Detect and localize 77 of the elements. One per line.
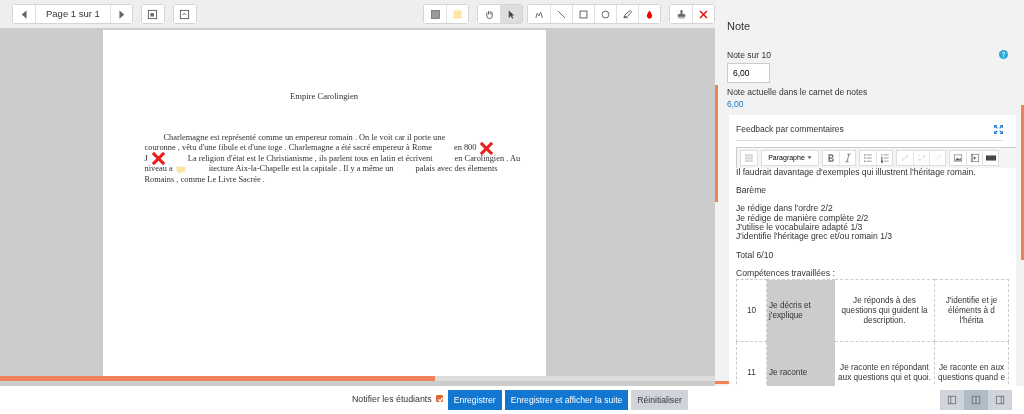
layout-button[interactable] [964,390,988,410]
rectangle-icon [578,8,589,20]
numbered-list-icon [879,152,890,163]
stamp-icon [675,8,687,20]
table-cell: 10 [736,279,767,342]
image-icon [953,152,963,163]
feedback-text: Je rédige dans l'ordre 2/2 [736,203,833,214]
feedback-text: Je rédige de manière complète 2/2 [736,212,869,223]
keyboard-button[interactable] [982,150,998,165]
layout-button[interactable] [988,390,1012,410]
save-button[interactable]: Enregistrer [447,390,502,410]
fullscreen-icon [994,124,1003,134]
caret-icon [806,155,812,161]
document-text: itecture Aix-la-Chapelle est la capitale . Il y a même un [208,164,394,174]
pointer-icon [506,8,517,20]
feedback-text: Total 6/10 [736,249,774,260]
help-icon [999,50,1008,60]
line-icon [556,8,567,20]
document-text: en 800 [453,143,477,153]
cross-mark-icon [479,140,495,156]
layout-icon [995,395,1005,405]
document-text: niveau a [144,164,173,174]
circle-icon [600,8,611,20]
panel-icon [147,8,159,20]
link-icon [932,152,943,163]
feedback-text: Compétences travaillées : [736,267,835,278]
bullet-list-icon [863,152,873,163]
tool-button[interactable] [638,5,660,23]
reset-button[interactable]: Réinitialiser [631,390,688,410]
field-label: Note actuelle dans le carnet de notes [727,85,869,99]
table-cell: Je décris et j'explique [766,279,835,342]
table-cell: Je réponds à des questions qui guident la description. [834,279,935,342]
feedback-text: J'identifie l'héritage grec et/ou romain 1/3 [736,231,893,242]
drop-icon [644,8,655,20]
media-button[interactable] [966,150,982,165]
grade-value: 6,00 [727,98,745,111]
bold-icon [826,152,836,163]
grade-field[interactable]: 6,00 [727,63,770,84]
close-icon [698,8,709,20]
save-button[interactable]: Enregistrer et afficher la suite [504,390,629,410]
document-title: Empire Carolingien [290,91,358,101]
highlighter-icon [622,8,633,20]
expand-button[interactable] [173,5,196,23]
layout-icon [971,395,981,405]
highlight-swatch-icon [452,8,463,20]
hand-icon [483,8,495,20]
cross-mark-icon [150,151,166,167]
window-icon [179,8,191,20]
table-cell: J'identifie et je éléments à d l'hérita [934,279,1009,342]
document-text: Charlemagne est représenté comme un empereur romain . On le voit car il porte une [163,132,446,142]
document-text: Romains , comme Le Livre Sacrée . [144,174,265,184]
layout-icon [947,395,957,405]
media-icon [969,152,980,163]
document-text: couronne , vêtu d'une fibule et d'une toge . Charlemagne a été sacré empereur à Rome [144,143,432,153]
comments-button[interactable] [141,5,164,23]
notify-label: Notifier les étudiants [352,393,432,407]
numbered-list-button[interactable] [876,150,892,165]
layout-button[interactable] [940,390,964,410]
feedback-text: J'utilise le vocabulaire adapté 1/3 [736,221,863,232]
section-heading: Note [727,19,752,34]
document-text: en Carolingien . Au [454,153,521,163]
feedback-text: Il faudrait davantage d'exemples qui illustrent l'héritage romain. [736,166,976,177]
link-icon [900,152,910,163]
tool-button[interactable] [692,5,714,23]
table-cell: Je raconte [766,341,835,386]
document-text: J [144,153,148,163]
unlink-icon [916,152,927,163]
tool-button[interactable] [500,5,522,23]
document-text: palais avec des élements [415,164,498,174]
toolbar-toggle-icon [744,152,754,163]
feedback-text: Barème [736,185,767,196]
notify-checkbox[interactable] [435,394,443,402]
fill-swatch-icon [429,8,441,20]
document-text: La religion d'état est le Christianisme , ils parlent tous en latin et écrivent [187,153,433,163]
feedback-title: Feedback par commentaires [736,123,844,136]
field-label: Note sur 10 [727,48,771,62]
next-page-button[interactable] [109,5,132,23]
